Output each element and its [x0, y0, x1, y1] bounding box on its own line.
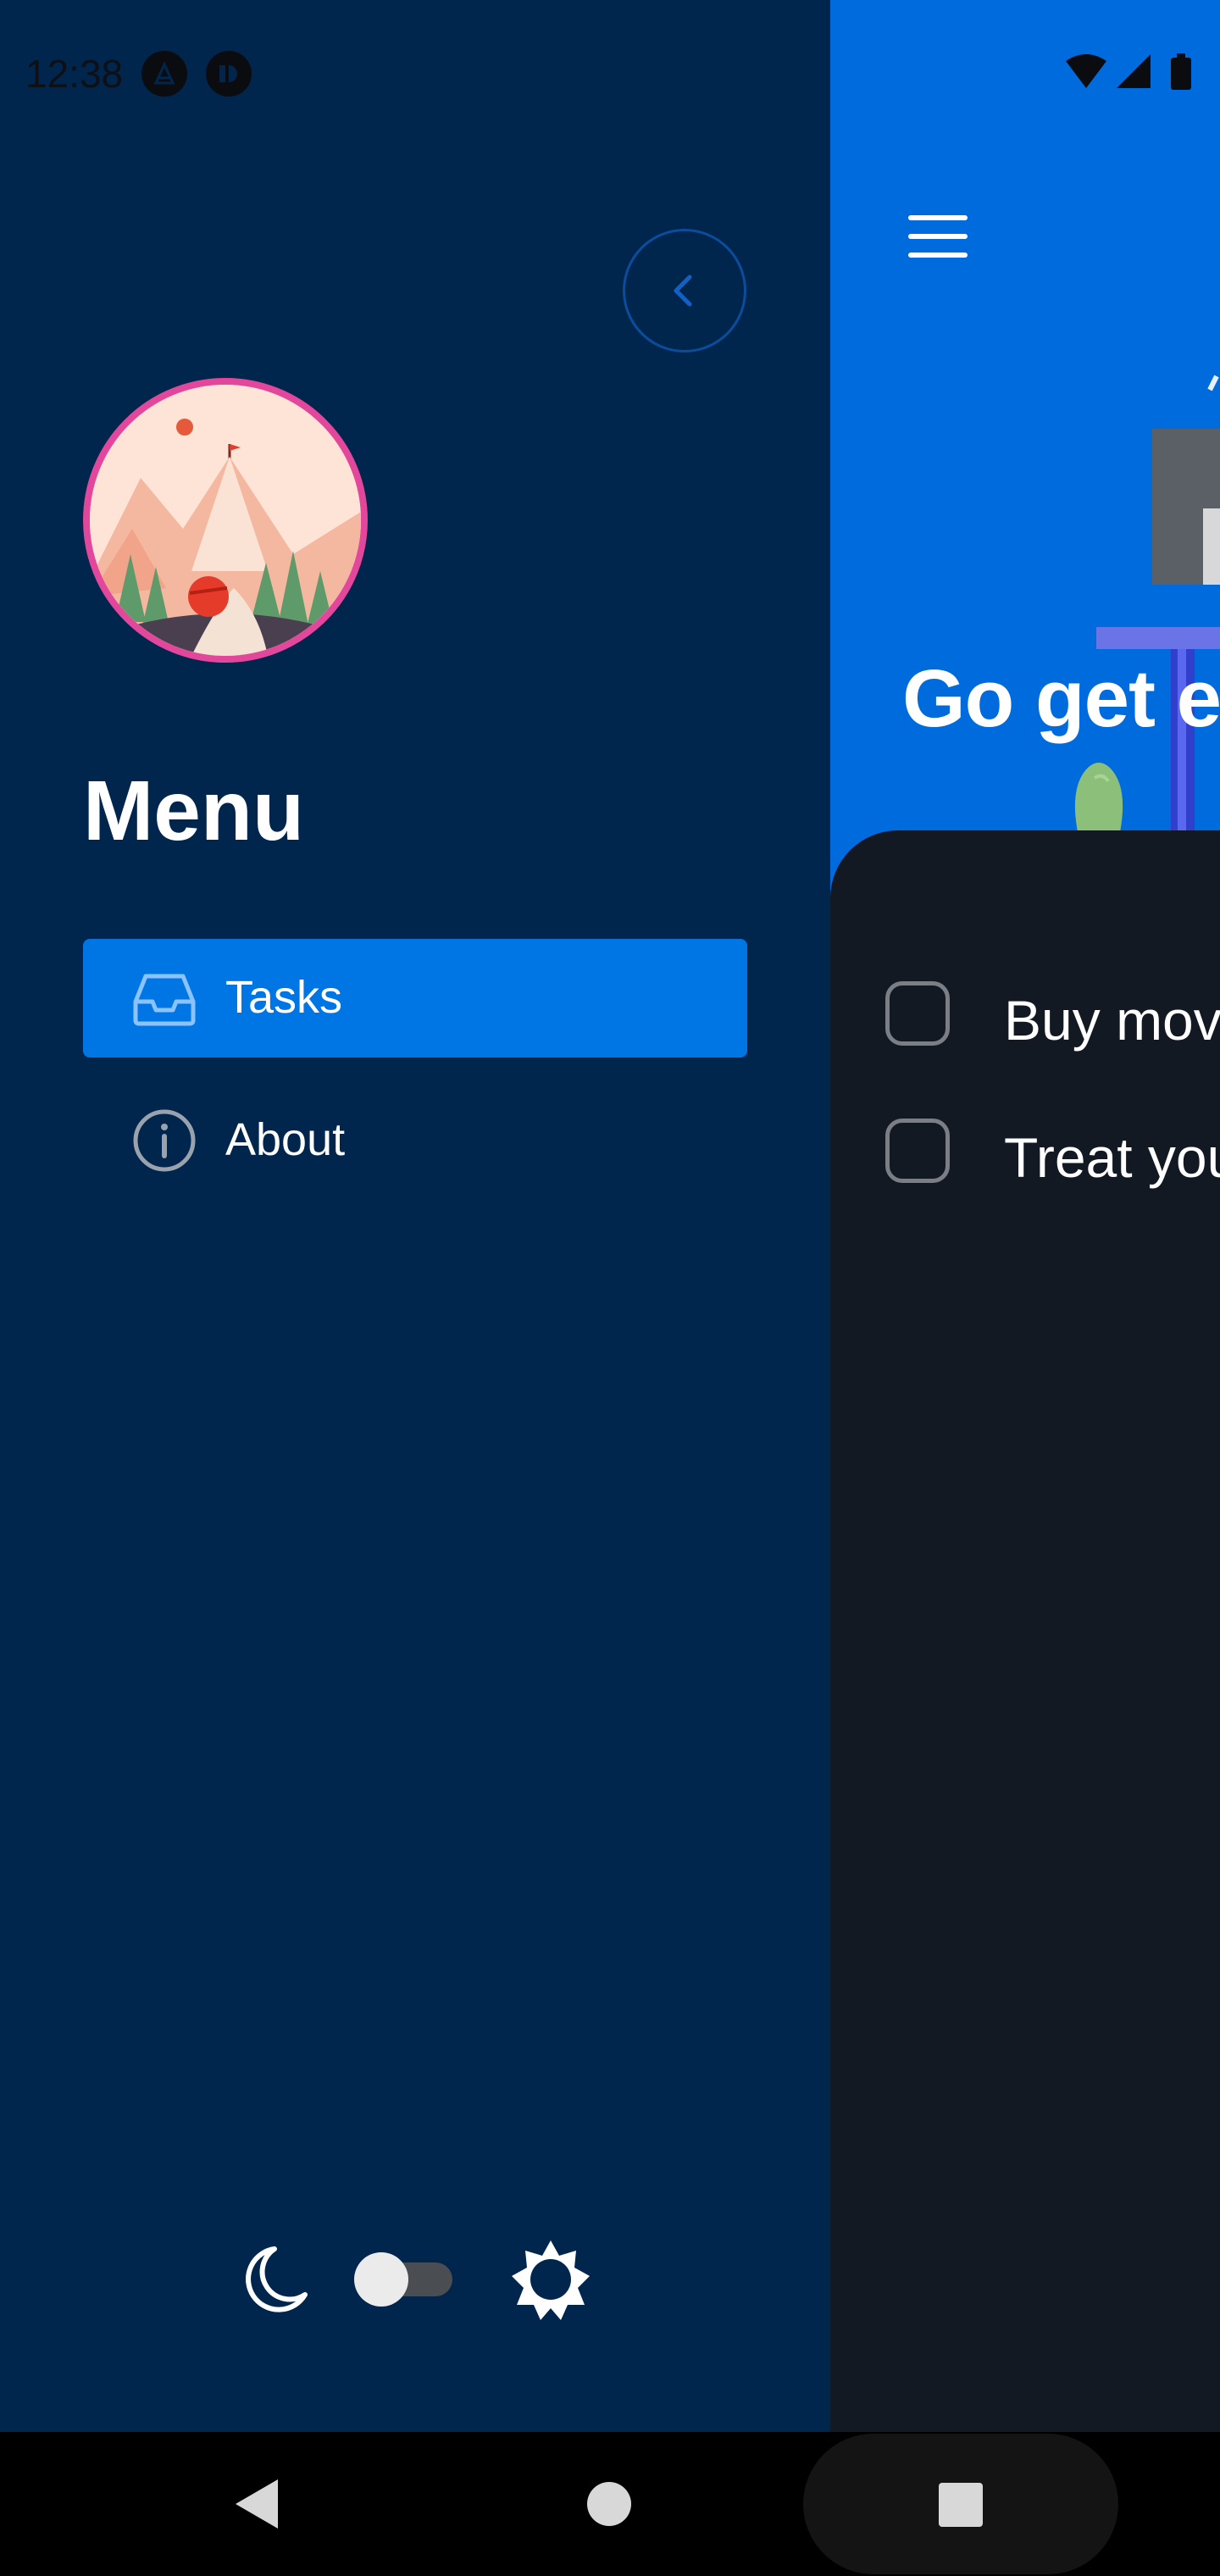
inbox-icon — [133, 974, 196, 1026]
status-time: 12:38 — [25, 52, 124, 96]
notification-app-icon — [206, 51, 252, 97]
menu-hamburger-button[interactable] — [907, 210, 969, 263]
recents-button[interactable] — [937, 2481, 984, 2529]
hero-title: Go get e — [902, 653, 1220, 744]
task-list-panel — [830, 830, 1220, 2432]
avatar — [83, 378, 368, 663]
sun-icon — [512, 2240, 590, 2320]
task-label: Treat you — [1004, 1126, 1220, 1189]
plant-illustration — [1074, 763, 1123, 832]
mountain-avatar-image — [90, 385, 361, 656]
status-icons — [1066, 53, 1191, 90]
moon-icon — [246, 2246, 308, 2312]
back-button[interactable] — [230, 2476, 281, 2532]
nav-item-about[interactable]: About — [83, 1081, 747, 1200]
wifi-icon — [1066, 54, 1106, 88]
home-button[interactable] — [585, 2479, 634, 2529]
drawer-title: Menu — [83, 763, 305, 858]
battery-icon — [1171, 58, 1191, 90]
chevron-left-icon — [674, 275, 692, 307]
nav-item-label: About — [225, 1114, 346, 1165]
theme-switcher — [229, 2237, 602, 2322]
task-item[interactable]: Treat you — [885, 1119, 1220, 1195]
theme-toggle[interactable] — [354, 2252, 452, 2307]
task-label: Buy mov — [1004, 989, 1220, 1052]
task-checkbox[interactable] — [885, 1119, 950, 1183]
info-icon — [133, 1109, 196, 1172]
status-bar-right — [1061, 49, 1220, 97]
notification-app-icon — [141, 51, 188, 97]
navigation-drawer: 12:38 Menu Tasks About — [0, 0, 830, 2432]
task-checkbox[interactable] — [885, 981, 950, 1046]
signal-icon — [1117, 54, 1151, 88]
collapse-drawer-button[interactable] — [623, 229, 746, 353]
nav-item-label: Tasks — [225, 972, 343, 1023]
nav-item-tasks[interactable]: Tasks — [83, 939, 747, 1058]
task-item[interactable]: Buy mov — [885, 981, 1220, 1058]
status-bar-left: 12:38 — [25, 47, 252, 101]
